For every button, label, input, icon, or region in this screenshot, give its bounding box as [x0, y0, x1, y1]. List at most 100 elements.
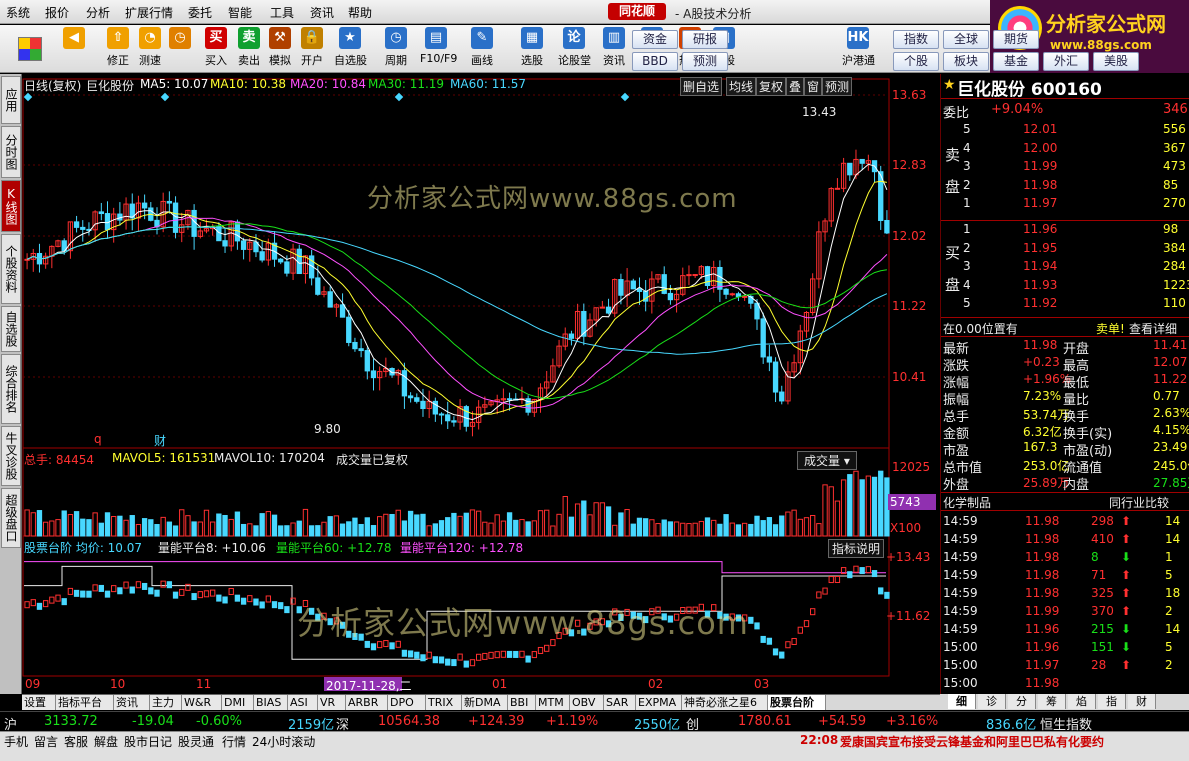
status-item-5[interactable]: 股灵通 [178, 733, 214, 750]
status-item-4[interactable]: 股市日记 [124, 733, 172, 750]
indicator-help-button[interactable]: 指标说明 [828, 539, 885, 558]
volume-bar [562, 495, 568, 537]
status-item-0[interactable]: 手机 [4, 733, 28, 750]
indicator-tab-6[interactable]: BIAS [254, 695, 288, 710]
menu-item-0[interactable]: 系统 [6, 4, 30, 21]
toolbar-btn-预测[interactable]: 预测 [682, 52, 728, 71]
side-tab-1[interactable]: 分时图 [1, 126, 21, 178]
candle-body [445, 414, 451, 422]
toolbar-sell-button[interactable]: 卖卖出 [233, 27, 265, 68]
market-btn-全球[interactable]: 全球 [943, 30, 989, 49]
quote-tab-1[interactable]: 诊 [978, 694, 1006, 709]
toolbar-clock-button[interactable]: ◷ [164, 27, 196, 49]
indicator-tab-4[interactable]: W&R [182, 695, 222, 710]
vol-dropdown[interactable]: 成交量 ▾ [797, 451, 857, 470]
windows-icon[interactable] [18, 37, 42, 61]
side-tab-5[interactable]: 综合排名 [1, 354, 21, 424]
toolbar-fix-button[interactable]: ⇧ 修正 [102, 27, 134, 68]
toolbar-forum-button[interactable]: 论论股堂 [558, 27, 591, 68]
indicator-tab-10[interactable]: DPO [388, 695, 426, 710]
market-btn-美股[interactable]: 美股 [1093, 52, 1139, 71]
toolbar-buy-button[interactable]: 买买入 [200, 27, 232, 68]
chart-btn-2[interactable]: 复权 [756, 77, 787, 96]
market-btn-期货[interactable]: 期货 [993, 30, 1039, 49]
toolbar-btn-研报[interactable]: 研报 [682, 30, 728, 49]
quote-tab-6[interactable]: 财 [1128, 694, 1156, 709]
side-tab-7[interactable]: 超级盘口 [1, 488, 21, 548]
side-tab-0[interactable]: 应用 [1, 76, 21, 124]
market-btn-基金[interactable]: 基金 [993, 52, 1039, 71]
indicator-tab-13[interactable]: BBI [508, 695, 536, 710]
indicator-tab-8[interactable]: VR [318, 695, 346, 710]
news-ticker[interactable]: 爱康国宾宣布接受云锋基金和阿里巴巴私有化要约 [840, 733, 1104, 750]
menu-item-2[interactable]: 分析 [86, 4, 110, 21]
menu-item-5[interactable]: 智能 [228, 4, 252, 21]
volume-bar [469, 509, 476, 537]
status-item-1[interactable]: 留言 [34, 733, 58, 750]
toolbar-draw-button[interactable]: ✎ 画线 [466, 27, 498, 68]
market-btn-外汇[interactable]: 外汇 [1043, 52, 1089, 71]
status-item-3[interactable]: 解盘 [94, 733, 118, 750]
indicator-tab-1[interactable]: 指标平台 [56, 695, 114, 710]
side-tab-3[interactable]: 个股资料 [1, 234, 21, 304]
status-item-7[interactable]: 24小时滚动 [252, 733, 315, 750]
toolbar-btn-资金[interactable]: 资金 [632, 30, 678, 49]
toolbar-hk-connect-button[interactable]: HK 沪港通 [842, 27, 875, 68]
indicator-tab-2[interactable]: 资讯 [114, 695, 150, 710]
chart-btn-5[interactable]: 预测 [822, 77, 853, 96]
toolbar-f10-button[interactable]: ▤ F10/F9 [420, 27, 457, 65]
indicator-tab-14[interactable]: MTM [536, 695, 570, 710]
quote-tab-3[interactable]: 筹 [1038, 694, 1066, 709]
menu-item-4[interactable]: 委托 [188, 4, 212, 21]
indicator-tab-0[interactable]: 设置 [22, 695, 56, 710]
menu-item-8[interactable]: 帮助 [348, 4, 372, 21]
toolbar-self-select-button[interactable]: ★ 自选股 [334, 27, 367, 68]
indicator-tab-15[interactable]: OBV [570, 695, 604, 710]
chart-btn-0[interactable]: 删自选 [680, 77, 723, 96]
toolbar-simulate-button[interactable]: ⚒ 模拟 [264, 27, 296, 68]
indicator-tab-5[interactable]: DMI [222, 695, 254, 710]
indicator-tab-18[interactable]: 神奇必涨之星6 [682, 695, 768, 710]
menu-item-3[interactable]: 扩展行情 [125, 4, 173, 21]
indicator-tab-17[interactable]: EXPMA [636, 695, 682, 710]
menu-item-7[interactable]: 资讯 [310, 4, 334, 21]
market-btn-个股[interactable]: 个股 [893, 52, 939, 71]
quote-tab-0[interactable]: 细 [948, 694, 976, 709]
toolbar-select-stock-button[interactable]: ▦ 选股 [516, 27, 548, 68]
toolbar-back-button[interactable]: ◀ [58, 27, 90, 49]
detail-link[interactable]: 查看详细 [1129, 320, 1177, 337]
side-tab-2[interactable]: K线图 [1, 180, 21, 232]
quote-tab-2[interactable]: 分 [1008, 694, 1036, 709]
event-marker-icon [394, 92, 404, 102]
indicator-tab-7[interactable]: ASI [288, 695, 318, 710]
toolbar-open-position-button[interactable]: 🔒 开户 [296, 27, 328, 68]
quote-tab-4[interactable]: 焰 [1068, 694, 1096, 709]
indicator-tab-9[interactable]: ARBR [346, 695, 388, 710]
market-btn-指数[interactable]: 指数 [893, 30, 939, 49]
indicator-tab-12[interactable]: 新DMA [462, 695, 508, 710]
market-btn-板块[interactable]: 板块 [943, 52, 989, 71]
indicator-tab-3[interactable]: 主力 [150, 695, 182, 710]
toolbar-measure-button[interactable]: ◔ 测速 [134, 27, 166, 68]
toolbar-info-button[interactable]: ▥ 资讯 [598, 27, 630, 68]
status-item-6[interactable]: 行情 [222, 733, 246, 750]
toolbar-btn-BBD[interactable]: BBD [632, 52, 678, 71]
kline-chart[interactable]: 日线(复权) 巨化股份 MA5: 10.07 MA10: 10.38 MA20: 10.… [22, 74, 940, 694]
ma-legend-4: MA60: 11.57 [450, 77, 527, 91]
menu-item-1[interactable]: 报价 [45, 4, 69, 21]
sz-pct: +1.19% [546, 714, 599, 729]
menu-item-6[interactable]: 工具 [270, 4, 294, 21]
indicator-tab-19[interactable]: 股票台阶 [768, 695, 826, 710]
status-item-2[interactable]: 客服 [64, 733, 88, 750]
indicator-tab-16[interactable]: SAR [604, 695, 636, 710]
chart-btn-1[interactable]: 均线 [726, 77, 757, 96]
toolbar-label: 资讯 [603, 54, 625, 67]
chart-btn-3[interactable]: 叠 [786, 77, 805, 96]
indicator-tab-11[interactable]: TRIX [426, 695, 462, 710]
quote-tab-5[interactable]: 指 [1098, 694, 1126, 709]
chart-btn-4[interactable]: 窗 [804, 77, 823, 96]
side-tab-6[interactable]: 牛叉诊股 [1, 426, 21, 486]
peer-compare-link[interactable]: 同行业比较 [1109, 494, 1169, 511]
side-tab-4[interactable]: 自选股 [1, 306, 21, 352]
toolbar-period-button[interactable]: ◷ 周期 [380, 27, 412, 68]
